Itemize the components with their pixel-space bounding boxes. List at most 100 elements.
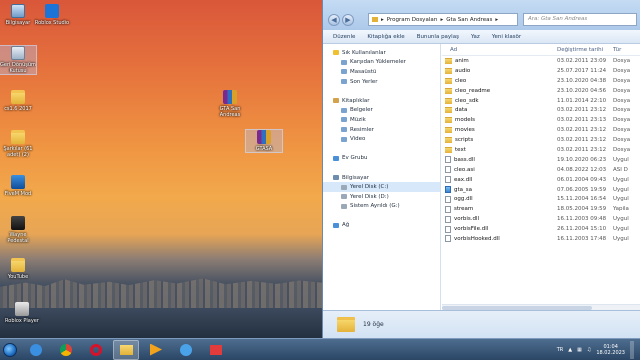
nav-item[interactable]: Yerel Disk (C:) bbox=[323, 182, 440, 192]
video-icon bbox=[341, 136, 347, 142]
file-row[interactable]: data 03.02.2011 23:12 Dosya bbox=[442, 105, 640, 115]
taskbar-app-explorer[interactable] bbox=[113, 339, 139, 360]
taskbar: TR ▲ ▦ ♫ 01:04 18.02.2023 bbox=[0, 338, 640, 360]
file-row[interactable]: cleo.asi 04.08.2022 12:03 ASI D bbox=[442, 165, 640, 175]
nav-item[interactable]: Sistem Ayrıldı (G:) bbox=[323, 202, 440, 212]
file-row[interactable]: text 03.02.2011 23:12 Dosya bbox=[442, 145, 640, 155]
file-name-cell: eax.dll bbox=[442, 176, 557, 184]
new-folder-button[interactable]: Yeni klasör bbox=[492, 34, 521, 40]
column-header-date[interactable]: Değiştirme tarihi bbox=[557, 47, 613, 53]
back-arrow-icon: ◀ bbox=[331, 16, 337, 24]
start-button[interactable] bbox=[3, 342, 17, 357]
desktop-icon-label: Şarkılar (61 adet) (2) bbox=[3, 146, 33, 158]
folder-icon bbox=[11, 90, 25, 104]
desktop-icon-fivem[interactable]: FiveM Mod bbox=[0, 175, 36, 197]
desktop-icon-sarkilar[interactable]: Şarkılar (61 adet) (2) bbox=[0, 130, 36, 158]
burn-button[interactable]: Yaz bbox=[471, 34, 480, 40]
nav-item[interactable]: Ağ bbox=[323, 221, 440, 231]
file-row[interactable]: stream 18.05.2004 19:59 Yapila bbox=[442, 204, 640, 214]
nav-item-label: Ağ bbox=[342, 222, 350, 229]
file-row[interactable]: vorbis.dll 16.11.2003 09:48 Uygul bbox=[442, 214, 640, 224]
nav-item[interactable]: Ev Grubu bbox=[323, 154, 440, 164]
desktop-icon-cs16[interactable]: cs1.6 2017 bbox=[0, 90, 36, 112]
desktop-icon-wayne-pedestal[interactable]: Wayne Pedestal bbox=[0, 216, 36, 244]
file-name-cell: vorbisFile.dll bbox=[442, 225, 557, 233]
file-row[interactable]: movies 03.02.2011 23:12 Dosya bbox=[442, 125, 640, 135]
file-name-cell: scripts bbox=[442, 137, 557, 144]
taskbar-app-browser[interactable] bbox=[173, 340, 199, 360]
back-button[interactable]: ◀ bbox=[328, 14, 340, 26]
forward-arrow-icon: ▶ bbox=[345, 16, 351, 24]
search-input[interactable]: Ara: Gta San Andreas bbox=[523, 13, 637, 26]
file-row[interactable]: vorbisFile.dll 26.11.2004 15:10 Uygul bbox=[442, 224, 640, 234]
tray-arrow-icon[interactable]: ▲ bbox=[568, 347, 572, 353]
nav-item[interactable]: Kitaplıklar bbox=[323, 96, 440, 106]
breadcrumb-item[interactable]: Program Dosyaları bbox=[387, 17, 438, 23]
desktop-icon-label: GTASA bbox=[255, 146, 273, 152]
desktop-icon-gta-san-andreas[interactable]: GTA San Andreas bbox=[212, 90, 248, 118]
file-row[interactable]: ogg.dll 15.11.2004 16:54 Uygul bbox=[442, 194, 640, 204]
nav-item[interactable]: Belgeler bbox=[323, 106, 440, 116]
nav-item[interactable]: Karşıdan Yüklemeler bbox=[323, 58, 440, 68]
taskbar-app-internet-explorer[interactable] bbox=[23, 340, 49, 360]
language-indicator[interactable]: TR bbox=[557, 347, 564, 353]
file-row[interactable]: cleo_readme 23.10.2020 04:56 Dosya bbox=[442, 86, 640, 96]
forward-button[interactable]: ▶ bbox=[342, 14, 354, 26]
taskbar-app-opera[interactable] bbox=[83, 340, 109, 360]
taskbar-app-other[interactable] bbox=[203, 340, 229, 360]
nav-item[interactable]: Video bbox=[323, 134, 440, 144]
app-icon bbox=[11, 216, 25, 230]
file-row[interactable]: audio 25.07.2017 11:24 Dosya bbox=[442, 66, 640, 76]
folder-icon bbox=[11, 258, 25, 272]
nav-item-label: Video bbox=[350, 136, 366, 143]
include-in-library-button[interactable]: Kitaplığa ekle bbox=[367, 34, 404, 40]
file-row[interactable]: cleo_sdk 11.01.2014 22:10 Dosya bbox=[442, 96, 640, 106]
breadcrumb-item[interactable]: Gta San Andreas bbox=[446, 17, 492, 23]
column-header-type[interactable]: Tür bbox=[613, 47, 640, 53]
volume-icon[interactable]: ♫ bbox=[587, 347, 591, 353]
nav-item[interactable]: Resimler bbox=[323, 125, 440, 135]
nav-item[interactable]: Masaüstü bbox=[323, 67, 440, 77]
file-row[interactable]: eax.dll 06.01.2004 09:43 Uygul bbox=[442, 175, 640, 185]
nav-item[interactable]: Yerel Disk (D:) bbox=[323, 192, 440, 202]
address-bar[interactable]: ▸ Program Dosyaları ▸ Gta San Andreas ▸ bbox=[368, 13, 518, 26]
nav-item[interactable]: Müzik bbox=[323, 115, 440, 125]
file-row[interactable]: gta_sa 07.06.2005 19:59 Uygul bbox=[442, 185, 640, 195]
file-name-cell: movies bbox=[442, 127, 557, 134]
column-header-name[interactable]: Ad bbox=[442, 47, 557, 53]
nav-item[interactable]: Bilgisayar bbox=[323, 173, 440, 183]
network-icon[interactable]: ▦ bbox=[577, 347, 582, 353]
explorer-window: ◀ ▶ ▸ Program Dosyaları ▸ Gta San Andrea… bbox=[322, 0, 640, 338]
file-row[interactable]: models 03.02.2011 23:13 Dosya bbox=[442, 115, 640, 125]
desktop-icon-roblox-player[interactable]: Roblox Player bbox=[0, 302, 44, 324]
folder-small-icon bbox=[372, 17, 378, 22]
file-date: 03.02.2011 23:09 bbox=[557, 57, 607, 64]
desktop-icon-roblox-studio[interactable]: Roblox Studio bbox=[34, 4, 70, 26]
desktop-icon-gtasa[interactable]: GTASA bbox=[245, 129, 283, 153]
show-desktop-button[interactable] bbox=[630, 340, 634, 359]
file-name: vorbisFile.dll bbox=[454, 226, 489, 233]
organize-button[interactable]: Düzenle bbox=[333, 34, 355, 40]
desktop-icon-computer[interactable]: Bilgisayar bbox=[0, 4, 36, 26]
file-date: 23.10.2020 04:38 bbox=[557, 77, 607, 84]
file-row[interactable]: scripts 03.02.2011 23:12 Dosya bbox=[442, 135, 640, 145]
desktop-icon-youtube[interactable]: YouTube bbox=[0, 258, 36, 280]
drive-icon bbox=[341, 184, 347, 190]
nav-item[interactable]: Son Yerler bbox=[323, 77, 440, 87]
clock[interactable]: 01:04 18.02.2023 bbox=[596, 344, 625, 356]
roblox-studio-icon bbox=[45, 4, 59, 18]
computer-icon bbox=[11, 4, 25, 18]
taskbar-app-media-player[interactable] bbox=[143, 340, 169, 360]
desktop-icon-recycle-bin[interactable]: Geri Dönüşüm Kutusu bbox=[0, 45, 37, 75]
file-row[interactable]: cleo 23.10.2020 04:38 Dosya bbox=[442, 76, 640, 86]
taskbar-app-chrome[interactable] bbox=[53, 340, 79, 360]
nav-item[interactable]: Sık Kullanılanlar bbox=[323, 48, 440, 58]
file-row[interactable]: anim 03.02.2011 23:09 Dosya bbox=[442, 56, 640, 66]
file-name: cleo_sdk bbox=[455, 97, 479, 104]
file-row[interactable]: bass.dll 19.10.2020 06:23 Uygul bbox=[442, 155, 640, 165]
folder-icon bbox=[445, 146, 452, 153]
file-date: 04.08.2022 12:03 bbox=[557, 166, 607, 173]
share-with-button[interactable]: Bununla paylaş bbox=[417, 34, 459, 40]
file-row[interactable]: vorbisHooked.dll 16.11.2003 17:48 Uygul bbox=[442, 234, 640, 244]
file-name: scripts bbox=[455, 137, 474, 144]
